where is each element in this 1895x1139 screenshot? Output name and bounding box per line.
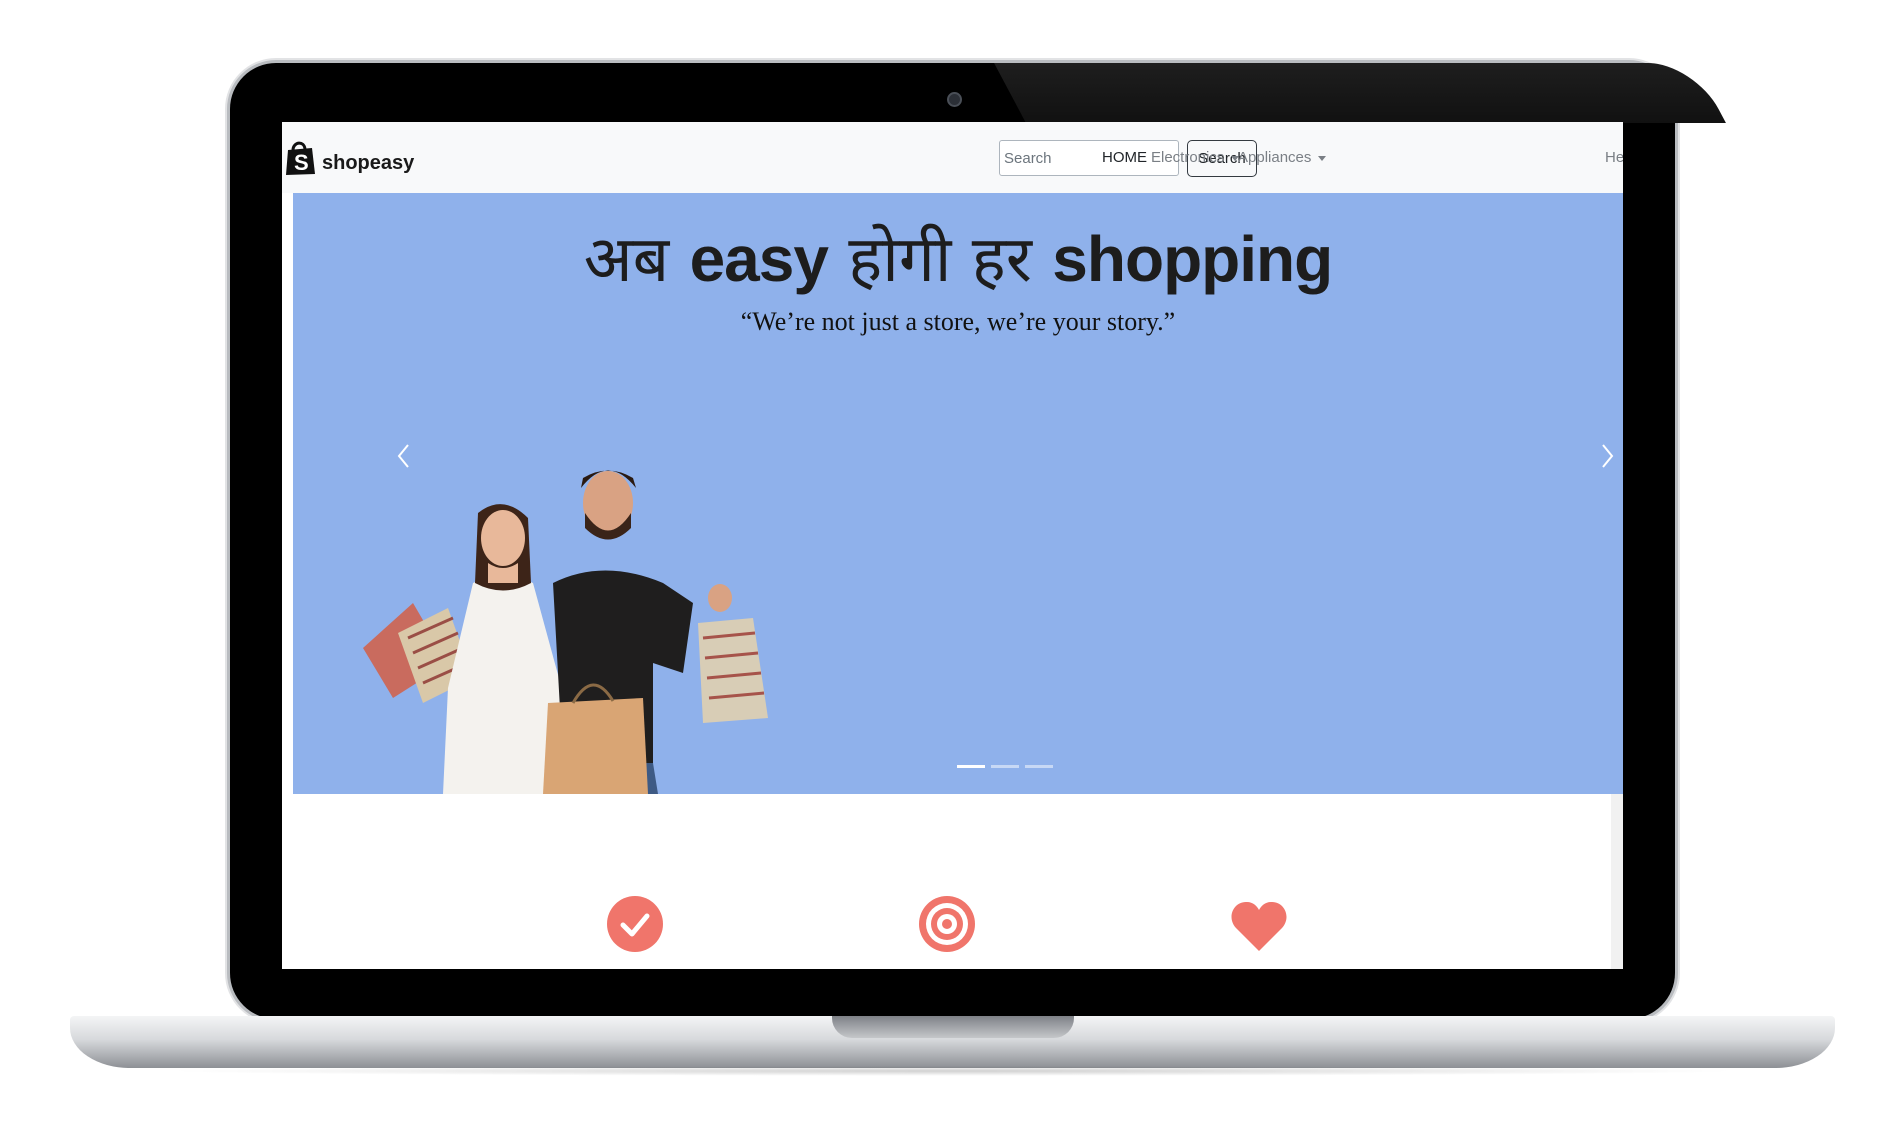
nav-electronics-label: Electronics (1151, 149, 1225, 166)
hero-title-shopping: shopping (1052, 223, 1333, 295)
carousel-prev-button[interactable] (383, 435, 423, 475)
carousel-next-button[interactable] (1588, 435, 1623, 475)
nav-electronics-dropdown[interactable]: Electronics (1151, 149, 1240, 166)
brand-name: shopeasy (322, 152, 415, 174)
carousel-indicator-3[interactable] (1025, 765, 1053, 768)
nav-help[interactable]: He (1605, 149, 1623, 166)
hero-title-hindi-1: अब (583, 223, 690, 297)
carousel-indicator-2[interactable] (991, 765, 1019, 768)
hero-title-hindi-2: होगी हर (827, 223, 1053, 297)
nav-home[interactable]: HOME (1102, 149, 1147, 166)
nav-appliances-label: Appliances (1238, 149, 1312, 166)
scrollbar[interactable] (1611, 794, 1623, 969)
couple-with-shopping-bags-image (363, 470, 768, 794)
shopping-bag-logo-icon: S (286, 141, 315, 175)
lid-reflection (994, 63, 1726, 123)
caret-down-icon (1318, 155, 1327, 161)
carousel-indicator-1[interactable] (957, 765, 985, 768)
hero-title-easy: easy (689, 223, 829, 295)
laptop-shadow (160, 1066, 1745, 1076)
browser-viewport: S shopeasy Search HOME Electronics Appli… (282, 122, 1623, 969)
target-icon (919, 896, 975, 952)
navbar: S shopeasy Search HOME Electronics Appli… (282, 122, 1623, 193)
hero-carousel: अब easy होगी हर shopping “We’re not just… (293, 193, 1623, 794)
hero-title: अब easy होगी हर shopping (293, 213, 1623, 300)
webcam-icon (947, 92, 962, 107)
heart-icon (1231, 901, 1287, 951)
hero-tagline: “We’re not just a store, we’re your stor… (740, 307, 1176, 336)
brand-link[interactable]: S shopeasy (284, 140, 414, 176)
chevron-left-icon (397, 444, 409, 468)
chevron-right-icon (1602, 444, 1614, 468)
check-circle-icon (607, 896, 663, 952)
carousel-indicators (957, 765, 1053, 768)
svg-text:S: S (294, 150, 309, 175)
nav-appliances-dropdown[interactable]: Appliances (1238, 149, 1327, 166)
laptop-base-notch (832, 1016, 1074, 1038)
